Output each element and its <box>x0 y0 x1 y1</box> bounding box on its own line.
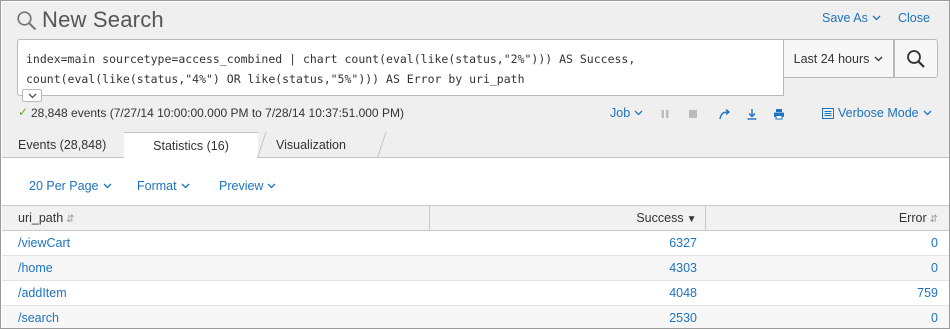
print-icon[interactable] <box>772 107 786 121</box>
pause-icon[interactable] <box>658 107 672 121</box>
column-header-label: Error <box>898 211 927 225</box>
list-icon <box>822 107 834 119</box>
chevron-down-icon <box>634 110 643 116</box>
job-menu-label: Job <box>610 106 631 120</box>
sort-descending-icon: ▼ <box>686 214 697 225</box>
cell-success[interactable]: 4048 <box>429 280 705 306</box>
cell-success[interactable]: 4303 <box>429 255 705 281</box>
close-link[interactable]: Close <box>898 11 930 25</box>
sort-icon: ⇵ <box>929 214 938 225</box>
column-header-success[interactable]: Success ▼ <box>429 205 706 231</box>
check-icon: ✓ <box>18 105 29 119</box>
per-page-label: 20 Per Page <box>29 179 99 193</box>
table-row: /viewCart 6327 0 <box>2 230 949 256</box>
share-icon[interactable] <box>718 107 732 121</box>
time-range-label: Last 24 hours <box>793 51 870 66</box>
search-icon <box>907 49 925 68</box>
format-label: Format <box>137 179 177 193</box>
column-header-label: uri_path <box>18 211 64 225</box>
expand-search-button[interactable] <box>22 89 42 102</box>
search-mode-menu[interactable]: Verbose Mode <box>822 106 932 120</box>
cell-uri-path[interactable]: /viewCart <box>2 230 429 256</box>
statistics-table: uri_path ⇵ Success ▼ Error ⇵ /viewCart 6327… <box>2 205 949 328</box>
format-menu[interactable]: Format <box>137 179 190 193</box>
results-tabs: Events (28,848) Statistics (16) Visualiz… <box>2 132 949 159</box>
chevron-down-icon <box>28 93 36 98</box>
search-mode-label: Verbose Mode <box>838 106 919 120</box>
tab-divider <box>377 132 387 158</box>
chevron-down-icon <box>103 183 111 189</box>
job-status-bar: ✓ 28,848 events (7/27/14 10:00:00.000 PM… <box>2 103 949 125</box>
per-page-menu[interactable]: 20 Per Page <box>29 179 112 193</box>
chevron-down-icon <box>181 183 190 189</box>
tab-statistics[interactable]: Statistics (16) <box>124 132 258 159</box>
tab-visualization[interactable]: Visualization <box>276 132 346 158</box>
preview-menu[interactable]: Preview <box>219 179 276 193</box>
search-query-line-1: index=main sourcetype=access_combined | … <box>26 52 636 66</box>
stop-icon[interactable] <box>686 107 700 121</box>
save-as-label: Save As <box>822 11 868 25</box>
search-icon <box>16 10 38 32</box>
chevron-down-icon <box>268 183 276 189</box>
chevron-down-icon <box>872 15 881 21</box>
search-query-line-2: count(eval(like(status,"4%") OR like(sta… <box>26 72 525 86</box>
column-header-uri-path[interactable]: uri_path ⇵ <box>2 205 430 231</box>
search-input[interactable]: index=main sourcetype=access_combined | … <box>17 39 784 96</box>
table-header-row: uri_path ⇵ Success ▼ Error ⇵ <box>2 205 949 231</box>
table-row: /home 4303 0 <box>2 255 949 281</box>
chevron-down-icon <box>923 110 932 116</box>
job-menu[interactable]: Job <box>610 106 643 120</box>
title-bar: New Search Save As Close <box>2 2 949 38</box>
search-header: New Search Save As Close index=main sour… <box>2 2 949 132</box>
sort-icon: ⇵ <box>66 214 75 225</box>
search-query[interactable]: index=main sourcetype=access_combined | … <box>26 49 776 89</box>
time-range-picker[interactable]: Last 24 hours <box>784 39 894 78</box>
preview-label: Preview <box>219 179 264 193</box>
table-row: /addItem 4048 759 <box>2 280 949 306</box>
column-header-error[interactable]: Error ⇵ <box>705 205 949 231</box>
page-title: New Search <box>42 7 164 32</box>
cell-uri-path[interactable]: /search <box>2 305 429 328</box>
cell-error[interactable]: 0 <box>705 230 949 256</box>
cell-uri-path[interactable]: /home <box>2 255 429 281</box>
cell-success[interactable]: 2530 <box>429 305 705 328</box>
cell-success[interactable]: 6327 <box>429 230 705 256</box>
search-app-window: New Search Save As Close index=main sour… <box>0 0 950 329</box>
save-as-menu[interactable]: Save As <box>822 11 881 25</box>
chevron-down-icon <box>874 56 883 61</box>
cell-error[interactable]: 0 <box>705 305 949 328</box>
column-header-label: Success <box>636 211 684 225</box>
cell-error[interactable]: 759 <box>705 280 949 306</box>
download-icon[interactable] <box>745 107 759 121</box>
tab-divider <box>257 132 267 158</box>
search-button[interactable] <box>894 39 938 78</box>
cell-error[interactable]: 0 <box>705 255 949 281</box>
tab-events[interactable]: Events (28,848) <box>18 132 106 158</box>
event-count-summary: 28,848 events (7/27/14 10:00:00.000 PM t… <box>31 106 404 120</box>
cell-uri-path[interactable]: /addItem <box>2 280 429 306</box>
table-controls: 20 Per Page Format Preview <box>2 159 949 205</box>
table-row: /search 2530 0 <box>2 305 949 328</box>
